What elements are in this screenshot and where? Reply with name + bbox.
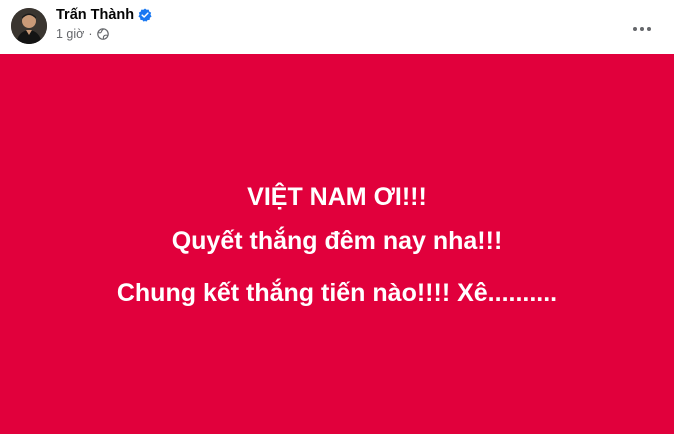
author-name[interactable]: Trấn Thành: [56, 6, 134, 24]
meta-separator: ·: [88, 27, 93, 41]
more-options-button[interactable]: [624, 8, 660, 36]
globe-icon[interactable]: [96, 28, 109, 40]
status-line-2: Quyết thắng đêm nay nha!!!: [171, 227, 503, 255]
post-header: Trấn Thành 1 giờ ·: [0, 0, 674, 54]
status-background-card: VIỆT NAM ƠI!!! Quyết thắng đêm nay nha!!…: [0, 54, 674, 434]
avatar-photo: [11, 8, 47, 44]
post-meta: 1 giờ ·: [56, 26, 109, 42]
avatar[interactable]: [11, 8, 47, 44]
author-row: Trấn Thành: [56, 6, 152, 24]
more-horizontal-icon: [632, 19, 652, 31]
post-time[interactable]: 1 giờ: [56, 27, 84, 41]
verified-badge-icon: [138, 8, 152, 22]
status-line-1: VIỆT NAM ƠI!!!: [247, 183, 427, 211]
status-line-3: Chung kết thắng tiến nào!!!! Xê.........…: [116, 279, 558, 307]
